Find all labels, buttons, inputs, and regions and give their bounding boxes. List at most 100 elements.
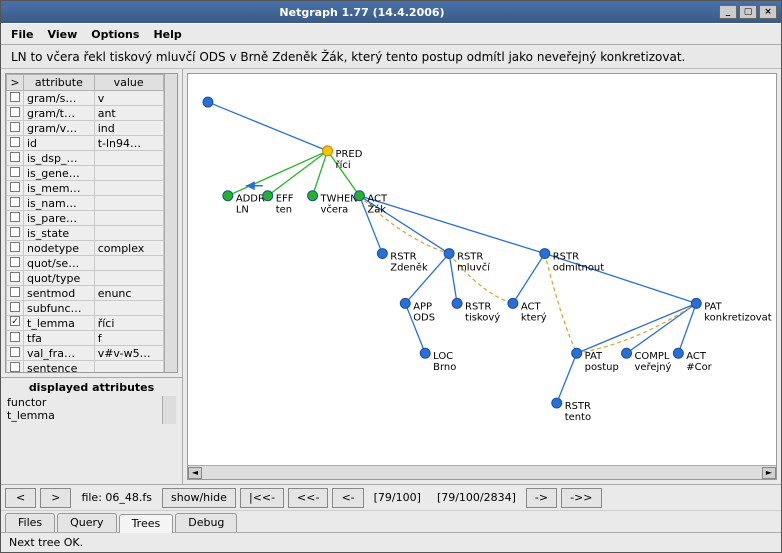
checkbox-icon[interactable] [10, 122, 20, 132]
tab-files[interactable]: Files [5, 513, 55, 532]
svg-text:včera: včera [321, 204, 349, 216]
prev-button[interactable]: <- [332, 488, 363, 508]
menu-file[interactable]: File [11, 28, 34, 41]
tree-node[interactable]: PAT konkretizovat [691, 298, 771, 323]
tree-node[interactable]: TWHEN včera [308, 191, 358, 216]
file-label: file: 06_48.fs [75, 491, 158, 504]
table-row[interactable]: subfunc… [7, 301, 164, 316]
table-row[interactable]: is_dsp_… [7, 151, 164, 166]
tree-node[interactable]: RSTR tiskový [452, 298, 500, 323]
table-row[interactable]: tfaf [7, 331, 164, 346]
tree-node[interactable]: EFF ten [263, 191, 294, 216]
table-row[interactable]: quot/se… [7, 256, 164, 271]
attributes-table: > attribute value gram/s…vgram/t…antgram… [6, 74, 164, 373]
tree-edge [313, 151, 328, 196]
tree-node[interactable]: RSTR tento [552, 398, 591, 423]
displayed-item[interactable]: t_lemma [7, 409, 162, 422]
checkbox-icon[interactable] [10, 137, 20, 147]
table-row[interactable]: gram/v…ind [7, 121, 164, 136]
tree-node[interactable]: APP ODS [400, 298, 435, 323]
checkbox-icon[interactable] [10, 287, 20, 297]
svg-text:RSTR: RSTR [465, 301, 491, 312]
tree-node[interactable]: RSTR Zdeněk [377, 249, 428, 274]
close-button[interactable]: × [759, 5, 777, 19]
col-check[interactable]: > [7, 75, 24, 91]
table-row[interactable]: quot/type [7, 271, 164, 286]
checkbox-icon[interactable] [10, 347, 20, 357]
svg-text:PAT: PAT [585, 351, 603, 362]
minimize-button[interactable]: _ [719, 5, 737, 19]
svg-text:Zdeněk: Zdeněk [390, 261, 428, 273]
attributes-scrollbar[interactable] [164, 74, 177, 372]
svg-text:tento: tento [565, 412, 591, 423]
tree-edge [359, 196, 544, 254]
table-row[interactable]: idt-ln94… [7, 136, 164, 151]
pageup-button[interactable]: <<- [288, 488, 328, 508]
table-row[interactable]: is_gene… [7, 166, 164, 181]
checkbox-icon[interactable] [10, 332, 20, 342]
checkbox-icon[interactable] [10, 92, 20, 102]
checkbox-icon[interactable] [10, 212, 20, 222]
tree-node[interactable]: ACT Žák [354, 191, 388, 216]
tree-node[interactable] [203, 97, 213, 107]
tree-node[interactable]: PAT postup [572, 348, 619, 373]
checkbox-icon[interactable] [10, 272, 20, 282]
table-row[interactable]: t_lemmaříci [7, 316, 164, 331]
maximize-button[interactable]: ▢ [739, 5, 757, 19]
tree-node[interactable]: LOC Brno [420, 348, 456, 373]
svg-text:Žák: Žák [367, 203, 386, 216]
tree-edge [513, 254, 545, 304]
tree-node[interactable]: PRED říci [323, 146, 363, 171]
table-row[interactable]: gram/t…ant [7, 106, 164, 121]
menu-view[interactable]: View [48, 28, 78, 41]
tree-node[interactable]: COMPL veřejný [622, 348, 672, 373]
checkbox-icon[interactable] [10, 167, 20, 177]
table-row[interactable]: is_pare… [7, 211, 164, 226]
svg-text:mluvčí: mluvčí [457, 261, 491, 273]
table-row[interactable]: val_fra…v#v-w5… [7, 346, 164, 361]
scroll-left-icon[interactable]: ◄ [188, 467, 202, 479]
menu-options[interactable]: Options [91, 28, 139, 41]
tree-svg[interactable]: PRED říci ADDR LN EFF ten TWHEN včera AC… [188, 74, 776, 465]
checkbox-icon[interactable] [10, 227, 20, 237]
checkbox-icon[interactable] [10, 257, 20, 267]
tab-debug[interactable]: Debug [175, 513, 237, 532]
table-row[interactable]: gram/s…v [7, 91, 164, 106]
tab-trees[interactable]: Trees [119, 514, 174, 533]
menu-help[interactable]: Help [153, 28, 181, 41]
checkbox-icon[interactable] [10, 197, 20, 207]
checkbox-icon[interactable] [10, 107, 20, 117]
table-row[interactable]: is_state [7, 226, 164, 241]
checkbox-icon[interactable] [10, 362, 20, 372]
canvas-hscrollbar[interactable]: ◄ ► [188, 465, 776, 479]
tree-node[interactable]: ACT #Cor [673, 348, 712, 373]
table-row[interactable]: nodetypecomplex [7, 241, 164, 256]
table-row[interactable]: is_nam… [7, 196, 164, 211]
table-row[interactable]: sentence [7, 361, 164, 374]
next-button[interactable]: -> [526, 488, 557, 508]
checkbox-icon[interactable] [10, 152, 20, 162]
position-1: [79/100] [368, 491, 427, 504]
tree-node[interactable]: ACT který [508, 298, 547, 323]
first-button[interactable]: |<<- [240, 488, 284, 508]
col-value[interactable]: value [94, 75, 163, 91]
table-row[interactable]: sentmodenunc [7, 286, 164, 301]
checkbox-icon[interactable] [10, 182, 20, 192]
displayed-item[interactable]: functor [7, 396, 162, 409]
tree-canvas[interactable]: PRED říci ADDR LN EFF ten TWHEN včera AC… [187, 73, 777, 480]
last-button[interactable]: ->> [561, 488, 601, 508]
tree-node[interactable]: ADDR LN [223, 191, 265, 216]
table-row[interactable]: is_mem… [7, 181, 164, 196]
col-attribute[interactable]: attribute [24, 75, 95, 91]
tab-query[interactable]: Query [57, 513, 116, 532]
scroll-right-icon[interactable]: ► [762, 467, 776, 479]
prev-file-button[interactable]: < [5, 488, 36, 508]
checkbox-icon[interactable] [10, 316, 20, 326]
next-file-button[interactable]: > [40, 488, 71, 508]
checkbox-icon[interactable] [10, 242, 20, 252]
svg-text:COMPL: COMPL [634, 351, 669, 362]
checkbox-icon[interactable] [10, 302, 20, 312]
showhide-button[interactable]: show/hide [162, 488, 236, 508]
svg-text:říci: říci [335, 159, 350, 171]
displayed-scrollbar[interactable] [162, 396, 176, 424]
